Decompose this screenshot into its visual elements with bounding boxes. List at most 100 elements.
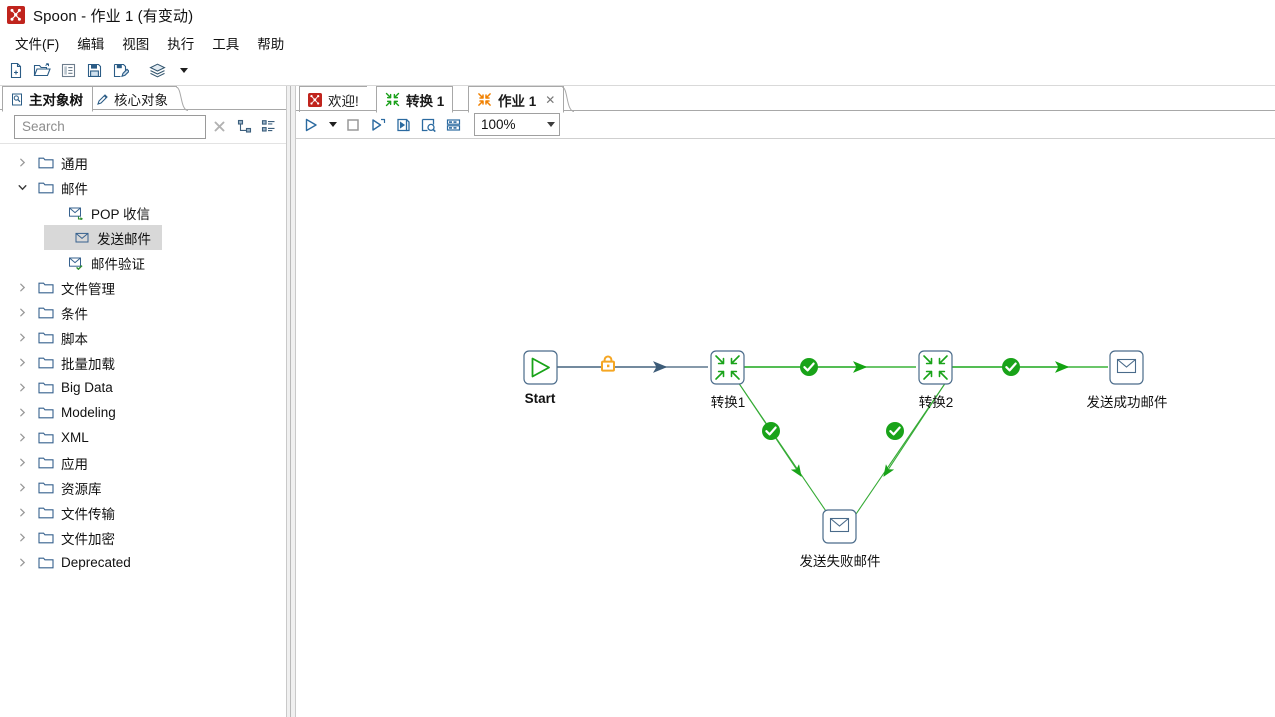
search-row	[0, 110, 286, 143]
tree-item-label: XML	[61, 430, 89, 445]
tree-item-10[interactable]: Modeling	[0, 400, 286, 425]
open-file-button[interactable]	[30, 59, 54, 83]
check-circle-icon[interactable]	[762, 422, 780, 440]
chevron-right-icon[interactable]	[14, 380, 30, 396]
zoom-level-combo[interactable]: 100%	[474, 113, 560, 136]
transformation-icon	[385, 92, 400, 107]
clear-x-icon	[214, 121, 225, 132]
tree-item-label: Modeling	[61, 405, 116, 420]
object-tree[interactable]: 通用 邮件 POP 收信 发送邮件 邮件验证 文件管理 条件 脚本批量加载 Big Data Mo…	[0, 143, 286, 717]
chevron-right-icon[interactable]	[14, 555, 30, 571]
save-as-button[interactable]	[108, 59, 132, 83]
chevron-right-icon[interactable]	[14, 430, 30, 446]
caret-down-icon	[328, 122, 337, 127]
lock-icon[interactable]	[601, 355, 615, 372]
chevron-right-icon[interactable]	[14, 480, 30, 496]
spoon-kettle-icon	[308, 92, 322, 107]
search-input[interactable]	[20, 118, 201, 135]
node-trans2[interactable]	[918, 350, 953, 385]
tab-welcome[interactable]: 欢迎!	[299, 86, 367, 112]
chevron-right-icon[interactable]	[14, 405, 30, 421]
preview-button[interactable]	[391, 113, 415, 137]
tree-item-12[interactable]: 应用	[0, 450, 286, 475]
collapse-all-button[interactable]	[256, 115, 280, 139]
folder-icon	[38, 555, 54, 571]
tab-transformation-1-label: 转换 1	[406, 93, 445, 109]
chevron-right-icon[interactable]	[14, 305, 30, 321]
tree-item-3[interactable]: 发送邮件	[44, 225, 162, 250]
tab-transformation-1[interactable]: 转换 1	[376, 86, 454, 113]
node-trans1[interactable]	[710, 350, 745, 385]
zoom-level-value: 100%	[481, 117, 516, 132]
menu-tools[interactable]: 工具	[203, 30, 248, 56]
left-panel: 主对象树 核心对象 Search 通用 邮件 POP 收信 发送邮件 邮件验证 …	[0, 86, 286, 717]
new-file-button[interactable]	[4, 59, 28, 83]
node-mail-success[interactable]	[1109, 350, 1144, 385]
expand-all-button[interactable]	[232, 115, 256, 139]
tree-item-7[interactable]: 脚本	[0, 325, 286, 350]
tab-job-1-label: 作业 1	[498, 93, 537, 109]
tab-core-objects[interactable]: 核心对象	[88, 86, 188, 111]
metrics-button[interactable]	[441, 113, 465, 137]
menu-help[interactable]: 帮助	[248, 30, 293, 56]
expand-tree-icon	[237, 119, 251, 133]
chevron-right-icon[interactable]	[14, 355, 30, 371]
check-circle-icon[interactable]	[1002, 358, 1020, 376]
chevron-right-icon[interactable]	[14, 505, 30, 521]
verify-button[interactable]	[416, 113, 440, 137]
mail-receive-icon	[68, 205, 84, 221]
tree-item-0[interactable]: 通用	[0, 150, 286, 175]
tree-item-16[interactable]: Deprecated	[0, 550, 286, 575]
hop-trans1-to-mailerr[interactable]	[737, 381, 831, 518]
chevron-right-icon[interactable]	[14, 530, 30, 546]
folder-icon	[38, 280, 54, 296]
folder-icon	[38, 455, 54, 471]
close-icon[interactable]: ✕	[545, 93, 555, 107]
run-options-dropdown[interactable]	[324, 113, 340, 137]
chevron-right-icon[interactable]	[14, 155, 30, 171]
explore-repository-button[interactable]	[56, 59, 80, 83]
clear-search-button[interactable]	[206, 114, 232, 140]
stop-button[interactable]	[341, 113, 365, 137]
search-input-wrapper[interactable]	[14, 114, 207, 139]
debug-button[interactable]	[366, 113, 390, 137]
node-label-mail-failure: 发送失败邮件	[799, 554, 881, 569]
stop-square-icon	[347, 118, 359, 131]
check-circle-icon[interactable]	[800, 358, 818, 376]
tree-item-8[interactable]: 批量加载	[0, 350, 286, 375]
save-button[interactable]	[82, 59, 106, 83]
tree-item-4[interactable]: 邮件验证	[0, 250, 286, 275]
tab-job-1[interactable]: 作业 1 ✕	[468, 86, 575, 113]
chevron-down-icon[interactable]	[14, 180, 30, 196]
tree-item-6[interactable]: 条件	[0, 300, 286, 325]
tab-main-object-tree[interactable]: 主对象树	[2, 86, 93, 112]
menu-view[interactable]: 视图	[113, 30, 158, 56]
tree-item-1[interactable]: 邮件	[0, 175, 286, 200]
menu-file[interactable]: 文件(F)	[6, 30, 68, 56]
chevron-right-icon[interactable]	[14, 330, 30, 346]
panel-sash-divider[interactable]	[286, 86, 296, 717]
tree-item-14[interactable]: 文件传输	[0, 500, 286, 525]
tree-item-13[interactable]: 资源库	[0, 475, 286, 500]
pencil-icon	[97, 93, 108, 105]
tree-item-15[interactable]: 文件加密	[0, 525, 286, 550]
chevron-right-icon[interactable]	[14, 455, 30, 471]
run-button[interactable]	[299, 113, 323, 137]
menu-run[interactable]: 执行	[158, 30, 203, 56]
tree-item-2[interactable]: POP 收信	[0, 200, 286, 225]
tree-item-5[interactable]: 文件管理	[0, 275, 286, 300]
tree-item-9[interactable]: Big Data	[0, 375, 286, 400]
chevron-right-icon[interactable]	[14, 280, 30, 296]
layers-button[interactable]	[145, 59, 169, 83]
layers-dropdown-button[interactable]	[171, 59, 195, 83]
tree-item-11[interactable]: XML	[0, 425, 286, 450]
document-tree-icon	[12, 93, 22, 105]
node-start[interactable]	[523, 350, 558, 385]
job-canvas[interactable]: Start 转换1 转换2 发送成功邮件 发送失败邮件	[296, 139, 1275, 717]
tree-item-label: 批量加载	[61, 356, 115, 372]
menu-edit[interactable]: 编辑	[68, 30, 113, 56]
node-mail-failure[interactable]	[822, 509, 857, 544]
check-circle-icon[interactable]	[886, 422, 904, 440]
folder-icon	[38, 330, 54, 346]
